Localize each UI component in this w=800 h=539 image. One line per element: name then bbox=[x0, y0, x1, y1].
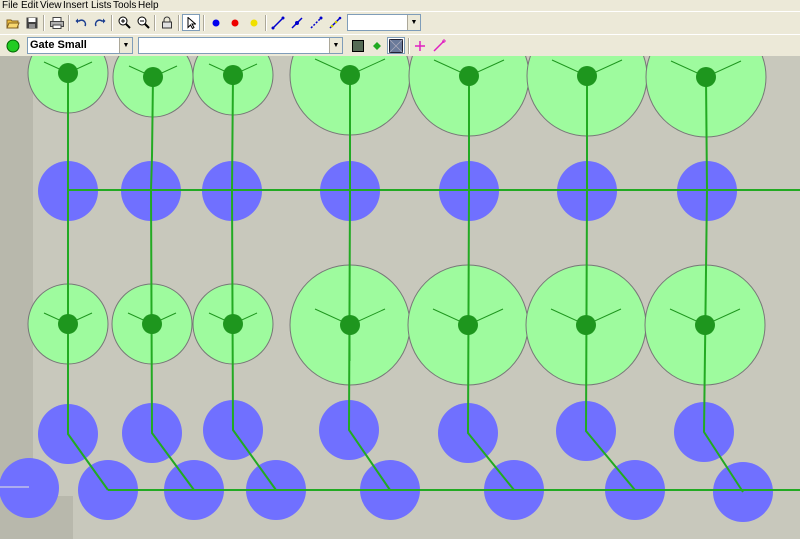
menu-view[interactable]: View bbox=[40, 0, 62, 11]
green-diamond-icon bbox=[373, 41, 381, 50]
line-node-tool-icon bbox=[291, 16, 303, 29]
zoom-in-icon bbox=[118, 16, 131, 29]
select-arrow-icon bbox=[187, 16, 196, 29]
print-button[interactable] bbox=[48, 14, 66, 31]
open-button[interactable] bbox=[4, 14, 22, 31]
redo-icon bbox=[94, 18, 106, 26]
lock-icon bbox=[162, 16, 172, 29]
zoom-out-icon bbox=[137, 16, 150, 29]
zoom-out-button[interactable] bbox=[134, 14, 152, 31]
pink-crosshair-icon bbox=[415, 40, 425, 51]
undo-icon bbox=[75, 18, 87, 26]
layer-status-button[interactable] bbox=[4, 37, 22, 54]
dashed-line-tool-icon bbox=[310, 16, 323, 29]
layer-select-value: Gate Small bbox=[30, 39, 87, 51]
main-toolbar: ▼ bbox=[0, 11, 800, 35]
green-status-icon bbox=[6, 39, 20, 52]
yellow-node-button[interactable] bbox=[245, 14, 263, 31]
menu-insert[interactable]: Insert bbox=[63, 0, 88, 11]
line-node-tool-button[interactable] bbox=[288, 14, 306, 31]
shape-fill-icon bbox=[352, 39, 364, 52]
save-button[interactable] bbox=[23, 14, 41, 31]
toolbar-combo[interactable]: ▼ bbox=[347, 14, 421, 31]
yellow-node-icon bbox=[250, 19, 258, 26]
diamond-button[interactable] bbox=[368, 37, 386, 54]
multi-node-line-button[interactable] bbox=[326, 14, 344, 31]
pink-line-icon bbox=[433, 38, 446, 52]
node-circle[interactable] bbox=[0, 458, 59, 518]
multi-node-line-icon bbox=[329, 16, 342, 29]
select-button[interactable] bbox=[182, 14, 200, 31]
menu-tools[interactable]: Tools bbox=[113, 0, 136, 11]
chevron-down-icon[interactable]: ▼ bbox=[407, 15, 420, 30]
menu-lists[interactable]: Lists bbox=[91, 0, 112, 11]
shape-fill-button[interactable] bbox=[349, 37, 367, 54]
crosshair-button[interactable] bbox=[411, 37, 429, 54]
undo-button[interactable] bbox=[72, 14, 90, 31]
blue-node-icon bbox=[212, 19, 220, 26]
texture-icon bbox=[389, 38, 403, 53]
pink-line-button[interactable] bbox=[430, 37, 448, 54]
drawing-canvas[interactable] bbox=[0, 56, 800, 539]
menu-file[interactable]: File bbox=[2, 0, 18, 11]
dashed-line-tool-button[interactable] bbox=[307, 14, 325, 31]
chevron-down-icon[interactable]: ▼ bbox=[119, 38, 132, 53]
zoom-in-button[interactable] bbox=[115, 14, 133, 31]
secondary-select[interactable]: ▼ bbox=[138, 37, 343, 54]
menu-bar: File Edit View Insert Lists Tools Help bbox=[0, 0, 800, 11]
red-node-button[interactable] bbox=[226, 14, 244, 31]
layer-toolbar: Gate Small ▼ ▼ bbox=[0, 34, 800, 57]
menu-help[interactable]: Help bbox=[138, 0, 159, 11]
save-icon bbox=[26, 17, 38, 28]
chevron-down-icon[interactable]: ▼ bbox=[329, 38, 342, 53]
line-tool-icon bbox=[271, 16, 285, 29]
open-icon bbox=[6, 19, 20, 28]
redo-button[interactable] bbox=[91, 14, 109, 31]
texture-button[interactable] bbox=[387, 37, 405, 54]
menu-edit[interactable]: Edit bbox=[21, 0, 38, 11]
lock-button[interactable] bbox=[158, 14, 176, 31]
blue-node-button[interactable] bbox=[207, 14, 225, 31]
red-node-icon bbox=[231, 19, 239, 26]
layer-select[interactable]: Gate Small ▼ bbox=[27, 37, 133, 54]
line-tool-button[interactable] bbox=[269, 14, 287, 31]
print-icon bbox=[50, 16, 64, 29]
